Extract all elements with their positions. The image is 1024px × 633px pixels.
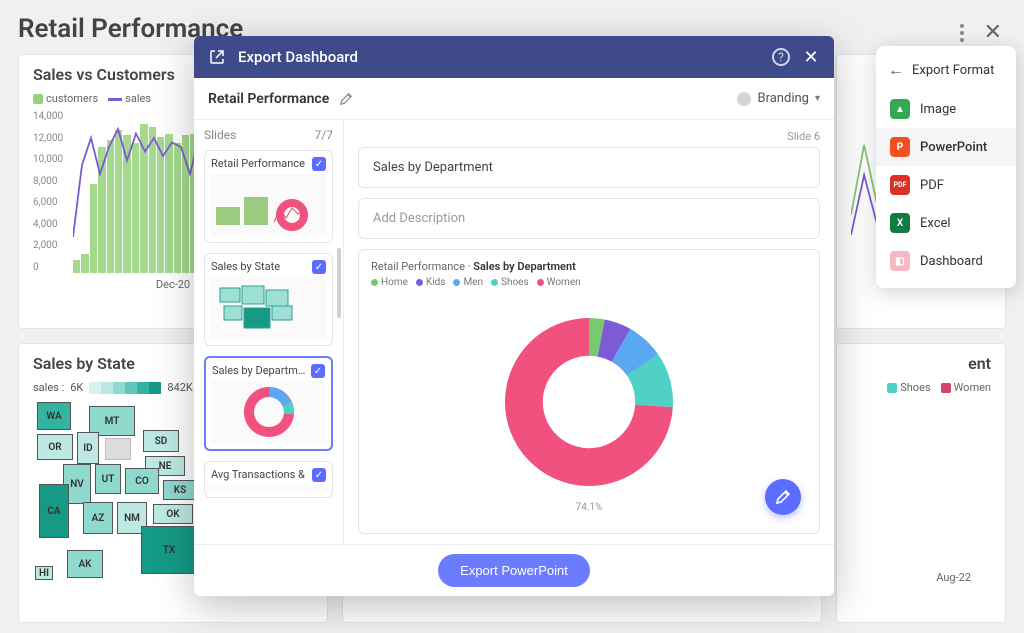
close-icon[interactable]: ✕ [984,20,1002,45]
excel-icon: X [890,213,910,233]
edit-chart-button[interactable] [765,479,801,515]
state-wa[interactable]: WA [37,402,71,430]
scrollbar-thumb[interactable] [337,248,341,318]
state-ok[interactable]: OK [153,504,193,524]
state-id[interactable]: ID [77,432,99,464]
export-option-pdf[interactable]: PDFPDF [876,166,1016,204]
export-menu-title: Export Format [912,63,994,78]
card-sales-by-department-bg: ent Shoes Women Aug-22 [836,343,1006,623]
more-menu-icon[interactable] [960,24,964,42]
modal-footer: Export PowerPoint [194,544,834,596]
dashboard-name: Retail Performance [208,91,329,107]
powerpoint-icon: P [890,137,910,157]
modal-header: Export Dashboard ? ✕ [194,36,834,78]
state-ca[interactable]: CA [39,484,69,538]
slide-indicator: Slide 6 [358,130,820,143]
export-option-excel[interactable]: XExcel [876,204,1016,242]
branding-swatch [737,92,751,106]
state-hi[interactable]: HI [35,566,53,580]
help-icon[interactable]: ? [772,48,790,66]
slide-description-input[interactable]: Add Description [358,198,820,239]
export-option-powerpoint[interactable]: PPowerPoint [876,128,1016,166]
slides-panel: Slides 7/7 Retail Performance✓Sales by S… [194,120,344,544]
slide-thumb-2[interactable]: Sales by Departme…✓ [204,356,333,451]
chevron-down-icon: ▾ [815,93,820,104]
image-icon: ▲ [890,99,910,119]
back-icon[interactable]: ← [888,60,904,80]
slide-checked-icon[interactable]: ✓ [312,260,326,274]
slide-title-input[interactable]: Sales by Department [358,147,820,188]
slide-checked-icon[interactable]: ✓ [311,364,325,378]
edit-name-icon[interactable] [339,92,353,106]
slide-thumb-3[interactable]: Avg Transactions &✓ [204,461,333,498]
state-or[interactable]: OR [37,434,73,460]
export-button[interactable]: Export PowerPoint [438,554,590,587]
export-option-image[interactable]: ▲Image [876,90,1016,128]
modal-subheader: Retail Performance Branding ▾ [194,78,834,120]
slide-thumb-1[interactable]: Sales by State✓ [204,253,333,346]
export-option-dashboard[interactable]: ◧Dashboard [876,242,1016,280]
slide-preview-panel: Slide 6 Sales by Department Add Descript… [344,120,834,544]
state-az[interactable]: AZ [83,502,113,534]
state-ak[interactable]: AK [67,550,103,578]
dashboard-icon: ◧ [890,251,910,271]
modal-title: Export Dashboard [238,48,760,66]
export-dashboard-modal: Export Dashboard ? ✕ Retail Performance … [194,36,834,596]
state-tx[interactable]: TX [141,526,197,574]
slide-checked-icon[interactable]: ✓ [312,157,326,171]
export-format-menu: ← Export Format ▲ImagePPowerPointPDFPDFX… [876,46,1016,288]
pdf-icon: PDF [890,175,910,195]
branding-dropdown[interactable]: Branding ▾ [737,91,820,106]
state-ks[interactable]: KS [163,480,197,500]
slide-thumb-0[interactable]: Retail Performance✓ [204,150,333,243]
slide-checked-icon[interactable]: ✓ [312,468,326,482]
chart-legend: HomeKidsMenShoesWomen [371,277,807,289]
state-sd[interactable]: SD [143,430,179,452]
donut-chart [484,297,694,507]
popout-icon[interactable] [208,48,226,66]
state-ut[interactable]: UT [95,464,121,494]
chart-preview: Retail Performance · Sales by Department… [358,249,820,534]
state-co[interactable]: CO [125,468,159,494]
modal-close-icon[interactable]: ✕ [802,48,820,66]
